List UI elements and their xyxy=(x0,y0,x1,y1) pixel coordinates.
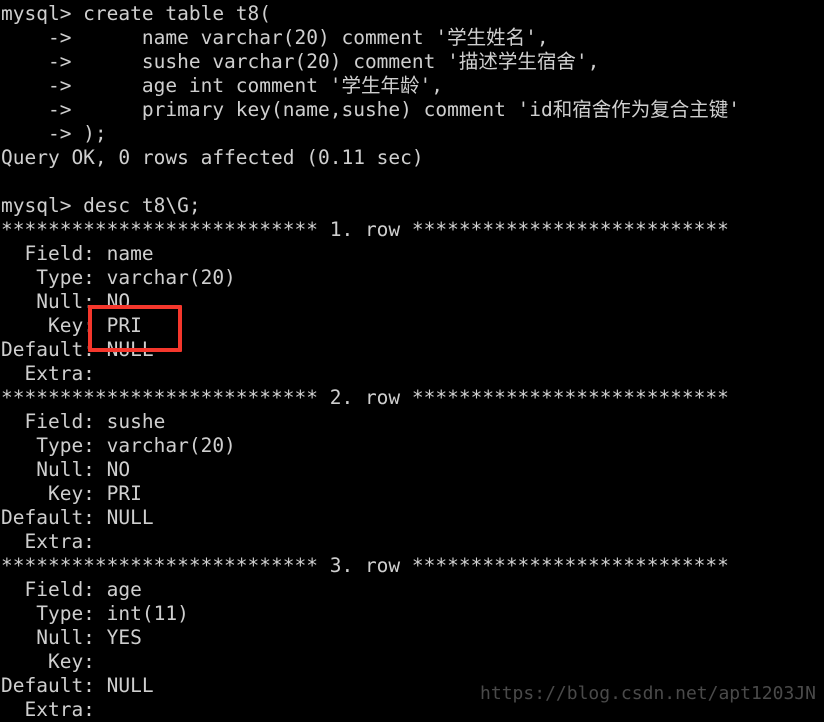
watermark-url: https://blog.csdn.net/apt1203JN xyxy=(480,683,816,704)
terminal-output: mysql> create table t8( -> name varchar(… xyxy=(0,2,824,722)
terminal-line: Default: NULL xyxy=(1,338,154,361)
terminal-line: -> sushe varchar(20) comment '描述学生宿舍', xyxy=(1,50,600,73)
terminal-line: Null: YES xyxy=(1,626,142,649)
terminal-line: -> ); xyxy=(1,122,107,145)
terminal-line-separator: *************************** 2. row *****… xyxy=(1,386,729,409)
terminal-line: Query OK, 0 rows affected (0.11 sec) xyxy=(1,146,424,169)
terminal-line: mysql> desc t8\G; xyxy=(1,194,201,217)
terminal-line: Key: PRI xyxy=(1,314,142,337)
terminal-line-separator: *************************** 1. row *****… xyxy=(1,218,729,241)
terminal-window[interactable]: mysql> create table t8( -> name varchar(… xyxy=(0,0,824,721)
terminal-line: Key: PRI xyxy=(1,482,142,505)
terminal-line: Extra: xyxy=(1,530,107,553)
terminal-line: Field: age xyxy=(1,578,142,601)
terminal-line: -> name varchar(20) comment '学生姓名', xyxy=(1,26,549,49)
terminal-line: mysql> create table t8( xyxy=(1,2,272,25)
terminal-line: Field: name xyxy=(1,242,154,265)
terminal-line: Default: NULL xyxy=(1,506,154,529)
terminal-line: Key: xyxy=(1,650,107,673)
terminal-line: Null: NO xyxy=(1,290,131,313)
terminal-line-separator: *************************** 3. row *****… xyxy=(1,554,729,577)
terminal-line: Type: varchar(20) xyxy=(1,434,236,457)
terminal-line: -> age int comment '学生年龄', xyxy=(1,74,443,97)
terminal-line: Type: varchar(20) xyxy=(1,266,236,289)
terminal-line: Null: NO xyxy=(1,458,131,481)
terminal-line: Field: sushe xyxy=(1,410,166,433)
terminal-line: Extra: xyxy=(1,362,107,385)
terminal-line: -> primary key(name,sushe) comment 'id和宿… xyxy=(1,98,741,121)
terminal-line: Type: int(11) xyxy=(1,602,189,625)
